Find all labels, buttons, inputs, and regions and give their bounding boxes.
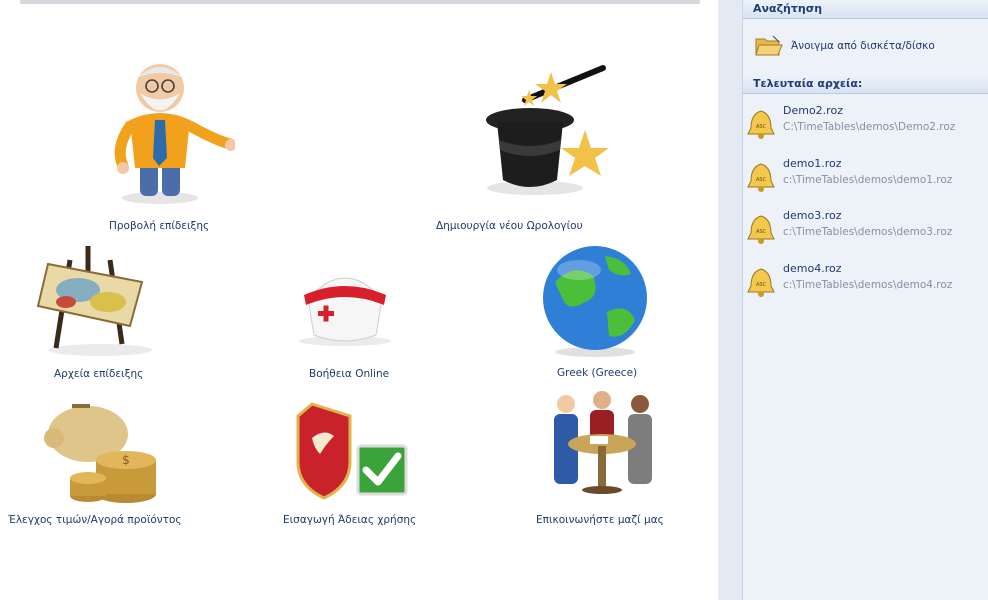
- cut-off-top-text: [0, 0, 710, 12]
- tile-demo-files[interactable]: Αρχεία επίδειξης: [20, 240, 170, 385]
- search-section-header: Αναζήτηση: [743, 0, 988, 19]
- folder-open-icon: [755, 35, 783, 56]
- recent-file-path: c:\TimeTables\demos\demo3.roz: [783, 226, 953, 238]
- tile-label: Επικοινωνήστε μαζί μας: [536, 514, 664, 526]
- recent-file-name: demo4.roz: [783, 262, 842, 275]
- recent-file-item[interactable]: ASC Demo2.roz C:\TimeTables\demos\Demo2.…: [747, 104, 985, 148]
- svg-text:$: $: [122, 453, 130, 467]
- tile-pricing-purchase[interactable]: $ Έλεγχος τιμών/Αγορά προϊόντος: [0, 398, 200, 533]
- svg-text:ASC: ASC: [756, 124, 767, 130]
- task-panel: Αναζήτηση Άνοιγμα από δισκέτα/δίσκο Τελε…: [742, 0, 988, 600]
- recent-file-item[interactable]: ASC demo4.roz c:\TimeTables\demos\demo4.…: [747, 262, 985, 306]
- piggy-bank-coins-icon: $: [44, 404, 156, 503]
- recent-file-path: C:\TimeTables\demos\Demo2.roz: [783, 121, 956, 133]
- recent-file-path: c:\TimeTables\demos\demo4.roz: [783, 279, 953, 291]
- presenter-icon: [114, 64, 235, 204]
- tile-label: Αρχεία επίδειξης: [54, 368, 144, 380]
- globe-icon: [543, 246, 647, 357]
- tile-demo-presentation[interactable]: Προβολή επίδειξης: [60, 48, 260, 238]
- recent-file-name: demo1.roz: [783, 157, 842, 170]
- tile-online-help[interactable]: Βοήθεια Online: [270, 255, 420, 385]
- recent-file-name: demo3.roz: [783, 209, 842, 222]
- svg-text:ASC: ASC: [756, 282, 767, 288]
- tile-contact-us[interactable]: Επικοινωνήστε μαζί μας: [520, 390, 680, 533]
- recent-file-name: Demo2.roz: [783, 104, 843, 117]
- bell-file-icon: ASC: [747, 110, 775, 139]
- nurse-hat-icon: [299, 277, 391, 346]
- recent-file-item[interactable]: ASC demo3.roz c:\TimeTables\demos\demo3.…: [747, 209, 985, 253]
- tile-language[interactable]: Greek (Greece): [520, 242, 670, 385]
- business-meeting-icon: [554, 391, 652, 494]
- recent-file-path: c:\TimeTables\demos\demo1.roz: [783, 174, 953, 186]
- tile-label: Προβολή επίδειξης: [109, 220, 210, 232]
- license-shield-check-icon: [296, 402, 408, 500]
- recent-files-header: Τελευταία αρχεία:: [743, 75, 988, 94]
- svg-text:ASC: ASC: [756, 229, 767, 235]
- tile-label: Έλεγχος τιμών/Αγορά προϊόντος: [8, 514, 182, 526]
- tile-label: Εισαγωγή Άδειας χρήσης: [283, 514, 417, 526]
- recent-file-item[interactable]: ASC demo1.roz c:\TimeTables\demos\demo1.…: [747, 157, 985, 201]
- bell-file-icon: ASC: [747, 215, 775, 244]
- tile-enter-license[interactable]: Εισαγωγή Άδειας χρήσης: [270, 398, 430, 533]
- svg-text:ASC: ASC: [756, 177, 767, 183]
- tile-label: Greek (Greece): [557, 367, 638, 379]
- bell-file-icon: ASC: [747, 268, 775, 297]
- tile-new-timetable[interactable]: Δημιουργία νέου Ωρολογίου: [436, 60, 640, 238]
- open-from-disk-label: Άνοιγμα από δισκέτα/δίσκο: [791, 40, 935, 52]
- tile-label: Δημιουργία νέου Ωρολογίου: [436, 220, 583, 232]
- bell-file-icon: ASC: [747, 163, 775, 192]
- tile-label: Βοήθεια Online: [309, 368, 390, 380]
- easel-painting-icon: [36, 246, 152, 356]
- open-from-disk-button[interactable]: Άνοιγμα από δισκέτα/δίσκο: [755, 33, 935, 59]
- magic-hat-icon: [486, 65, 609, 195]
- panel-splitter[interactable]: [718, 0, 742, 600]
